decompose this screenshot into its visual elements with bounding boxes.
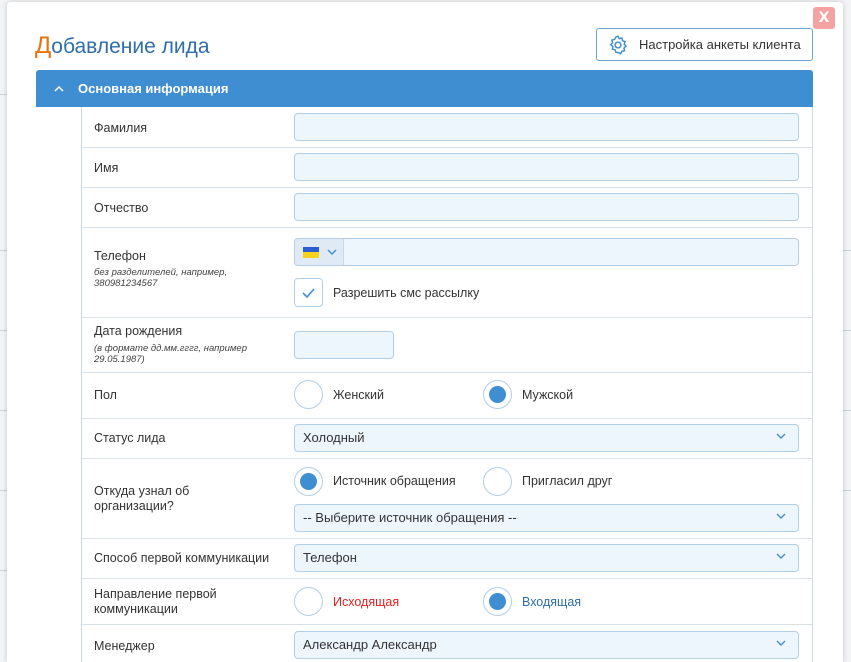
ukraine-flag-icon [303, 246, 319, 258]
check-icon [302, 287, 315, 298]
add-lead-modal: X Добавление лида Настройка анкеты клиен… [7, 2, 843, 662]
sms-checkbox-label: Разрешить смс рассылку [333, 286, 480, 300]
first-name-input[interactable] [294, 153, 799, 181]
chevron-down-icon [327, 249, 337, 255]
first-comm-method-label: Способ первой коммуникации [94, 551, 270, 565]
birth-date-input[interactable] [294, 331, 394, 359]
source-friend-radio[interactable] [483, 467, 512, 496]
manager-value: Александр Александр [303, 637, 437, 652]
row-first-comm-direction: Направление первой коммуникации Исходяща… [82, 579, 812, 625]
chevron-down-icon [776, 513, 786, 519]
lead-status-select[interactable]: Холодный [294, 424, 799, 452]
row-birth-date: Дата рождения (в формате дд.мм.гггг, нап… [82, 318, 812, 373]
close-button[interactable]: X [813, 7, 835, 29]
section-header-main-info[interactable]: Основная информация [36, 70, 813, 107]
gender-label: Пол [94, 388, 117, 402]
direction-incoming-label: Входящая [522, 595, 582, 609]
first-comm-method-select[interactable]: Телефон [294, 544, 799, 572]
chevron-down-icon [776, 553, 786, 559]
gender-male-radio[interactable] [483, 380, 512, 409]
row-manager: Менеджер Александр Александр [82, 625, 812, 662]
last-name-input[interactable] [294, 113, 799, 141]
gender-male-label: Мужской [522, 388, 574, 402]
phone-label: Телефон [94, 249, 146, 263]
sms-checkbox[interactable] [294, 278, 323, 307]
chevron-down-icon [776, 433, 786, 439]
source-select-value: -- Выберите источник обращения -- [303, 510, 517, 525]
settings-button-label: Настройка анкеты клиента [639, 37, 801, 52]
direction-outgoing-label: Исходящая [333, 595, 400, 609]
gear-icon [607, 34, 629, 56]
chevron-down-icon [776, 640, 786, 646]
section-title: Основная информация [78, 81, 229, 96]
source-referral-source-radio[interactable] [294, 467, 323, 496]
row-phone: Телефон без разделителей, например, 3809… [82, 228, 812, 318]
lead-status-label: Статус лида [94, 431, 166, 445]
direction-incoming-radio[interactable] [483, 587, 512, 616]
title-rest: обавление лида [51, 35, 210, 58]
chevron-up-icon [54, 85, 64, 92]
lead-form: Фамилия Имя Отчество Телефон без раздели… [81, 107, 813, 662]
source-referral-source-label: Источник обращения [333, 474, 456, 488]
gender-female-label: Женский [333, 388, 384, 402]
manager-label: Менеджер [94, 639, 155, 653]
phone-hint: без разделителей, например, 380981234567 [94, 267, 228, 289]
source-select[interactable]: -- Выберите источник обращения -- [294, 504, 799, 532]
direction-outgoing-radio[interactable] [294, 587, 323, 616]
gender-female-radio[interactable] [294, 380, 323, 409]
row-middle-name: Отчество [82, 188, 812, 228]
lead-status-value: Холодный [303, 430, 365, 445]
row-lead-status: Статус лида Холодный [82, 419, 812, 459]
row-first-name: Имя [82, 148, 812, 188]
title-first-letter: Д [35, 32, 52, 59]
source-friend-label: Пригласил друг [522, 474, 613, 488]
middle-name-input[interactable] [294, 193, 799, 221]
country-selector[interactable] [295, 239, 344, 265]
source-label: Откуда узнал об организации? [94, 484, 190, 513]
first-name-label: Имя [94, 161, 119, 175]
modal-title: Добавление лида [35, 32, 210, 60]
row-gender: Пол Женский Мужской [82, 373, 812, 419]
first-comm-direction-label: Направление первой коммуникации [94, 587, 217, 616]
manager-select[interactable]: Александр Александр [294, 631, 799, 659]
row-source: Откуда узнал об организации? Источник об… [82, 459, 812, 539]
middle-name-label: Отчество [94, 201, 149, 215]
birth-date-hint: (в формате дд.мм.гггг, например 29.05.19… [94, 343, 248, 365]
last-name-label: Фамилия [94, 121, 148, 135]
row-last-name: Фамилия [82, 107, 812, 148]
client-form-settings-button[interactable]: Настройка анкеты клиента [596, 28, 813, 61]
birth-date-label: Дата рождения [94, 324, 183, 338]
row-first-comm-method: Способ первой коммуникации Телефон [82, 539, 812, 579]
phone-input[interactable] [294, 238, 799, 266]
first-comm-method-value: Телефон [303, 550, 357, 565]
